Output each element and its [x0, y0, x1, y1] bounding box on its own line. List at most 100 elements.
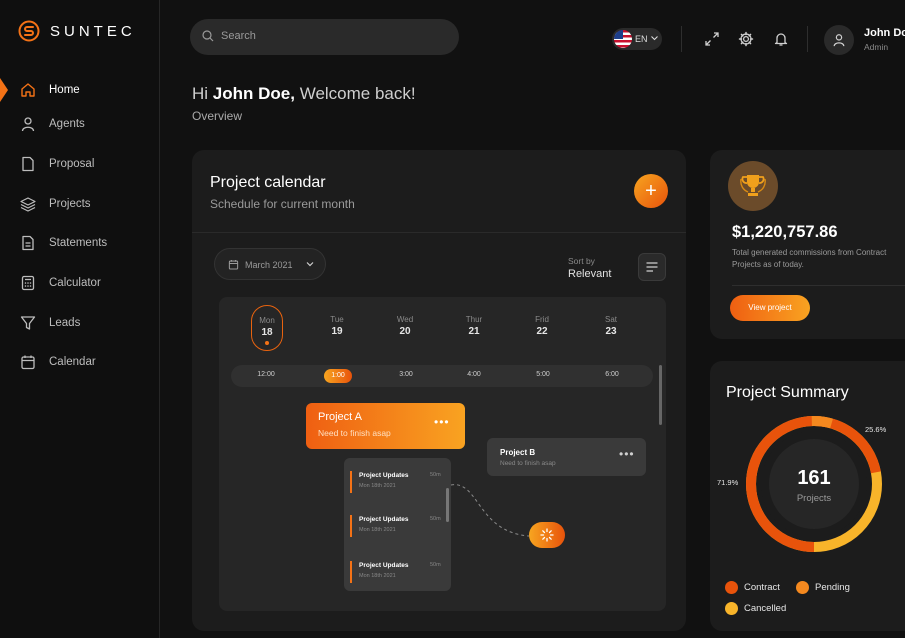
language-code: EN	[635, 34, 648, 44]
greeting: Hi John Doe, Welcome back!	[192, 84, 416, 104]
update-date: Mon 18th 2021	[359, 483, 396, 489]
day-name: Tue	[330, 315, 344, 324]
view-project-button[interactable]: View project	[730, 295, 810, 321]
sidebar-item-projects[interactable]: Projects	[0, 190, 159, 218]
loading-button[interactable]	[529, 522, 565, 548]
event-subtitle: Need to finish asap	[318, 428, 391, 438]
header-divider	[807, 26, 808, 52]
fullscreen-icon[interactable]	[704, 31, 720, 47]
card-title: Project Summary	[726, 384, 849, 401]
search-icon	[202, 30, 214, 42]
sidebar-item-proposal[interactable]: Proposal	[0, 150, 159, 178]
time-slot[interactable]: 4:00	[460, 371, 488, 378]
calendar-icon	[228, 260, 239, 270]
day-name: Wed	[396, 315, 414, 324]
commission-amount: $1,220,757.86	[732, 223, 838, 241]
bell-icon[interactable]	[773, 31, 789, 47]
connector-line	[450, 484, 530, 537]
more-icon[interactable]: •••	[434, 415, 450, 429]
chevron-down-icon	[651, 36, 658, 41]
sidebar-item-calculator[interactable]: Calculator	[0, 269, 159, 297]
sidebar-item-label: Projects	[49, 198, 91, 210]
sort-label: Sort by	[568, 256, 595, 266]
percentage-right: 25.6%	[865, 425, 887, 434]
greeting-prefix: Hi	[192, 84, 209, 103]
list-item[interactable]: Project Updates Mon 18th 2021 50m	[350, 471, 444, 493]
filter-icon	[20, 316, 36, 330]
user-icon	[833, 34, 845, 47]
update-title: Project Updates	[359, 472, 409, 479]
time-slot[interactable]: 12:00	[252, 371, 280, 378]
list-item[interactable]: Project Updates Mon 18th 2021 50m	[350, 515, 444, 537]
sidebar-item-label: Proposal	[49, 158, 95, 170]
day-name: Mon	[259, 316, 275, 325]
user-name[interactable]: John Doe	[864, 27, 905, 39]
sidebar-item-calendar[interactable]: Calendar	[0, 348, 159, 376]
event-title: Project B	[500, 448, 536, 457]
legend-swatch	[796, 580, 809, 594]
day-name: Thur	[465, 315, 483, 324]
day-date: 20	[399, 326, 411, 337]
day-tue[interactable]: Tue 19	[322, 305, 352, 337]
time-slot-active[interactable]: 1:00	[324, 369, 352, 383]
sort-value[interactable]: Relevant	[568, 268, 611, 280]
schedule-panel: Mon 18 Tue 19 Wed 20 Thur 21 Frid 22 Sat…	[219, 297, 666, 611]
gear-icon[interactable]	[738, 31, 754, 47]
file-icon	[22, 156, 34, 172]
commission-description: Total generated commissions from Contrac…	[732, 248, 887, 269]
menu-icon	[646, 262, 658, 272]
day-mon[interactable]: Mon 18	[251, 305, 283, 351]
sidebar-item-statements[interactable]: Statements	[0, 229, 159, 257]
layers-icon	[20, 197, 36, 212]
sidebar-item-label: Calculator	[49, 277, 101, 289]
sidebar-item-label: Leads	[49, 317, 81, 329]
project-b-event[interactable]: Project B Need to finish asap •••	[487, 438, 646, 476]
greeting-user-name: John Doe,	[212, 84, 295, 103]
percentage-left: 71.9%	[717, 478, 739, 487]
divider	[732, 285, 905, 286]
day-fri[interactable]: Frid 22	[527, 305, 557, 337]
day-name: Frid	[535, 315, 549, 324]
project-calendar-card: Project calendar Schedule for current mo…	[192, 150, 686, 631]
sidebar-item-agents[interactable]: Agents	[0, 110, 159, 138]
update-date: Mon 18th 2021	[359, 527, 396, 533]
day-date: 18	[261, 327, 273, 338]
scrollbar[interactable]	[659, 365, 662, 425]
event-title: Project A	[318, 411, 363, 423]
day-name: Sat	[604, 315, 617, 324]
update-title: Project Updates	[359, 562, 409, 569]
search-input[interactable]: Search	[190, 19, 459, 55]
add-event-button[interactable]: +	[634, 174, 668, 208]
user-role: Admin	[864, 42, 889, 52]
month-selector[interactable]: March 2021	[214, 248, 326, 280]
user-icon	[21, 117, 35, 132]
sidebar-item-label: Calendar	[49, 356, 96, 368]
search-placeholder: Search	[221, 30, 256, 42]
day-thu[interactable]: Thur 21	[459, 305, 489, 337]
project-summary-card: Project Summary 161 Projects 71.9% 25.6%…	[710, 361, 905, 631]
sidebar-item-home[interactable]: Home	[0, 76, 159, 104]
day-sat[interactable]: Sat 23	[596, 305, 626, 337]
list-item[interactable]: Project Updates Mon 18th 2021 50m	[350, 561, 444, 583]
card-subtitle: Schedule for current month	[210, 197, 355, 211]
sidebar-item-label: Statements	[49, 237, 108, 249]
avatar[interactable]	[824, 25, 854, 55]
sidebar-item-label: Home	[49, 84, 80, 96]
header-divider	[681, 26, 682, 52]
update-date: Mon 18th 2021	[359, 573, 396, 579]
legend-swatch	[725, 580, 738, 594]
language-selector[interactable]: EN	[612, 28, 662, 50]
time-slot[interactable]: 3:00	[392, 371, 420, 378]
sidebar: SUNTEC Home Agents Proposal Projects Sta…	[0, 0, 160, 638]
time-slot[interactable]: 6:00	[598, 371, 626, 378]
more-icon[interactable]: •••	[619, 447, 635, 461]
project-a-event[interactable]: Project A Need to finish asap •••	[306, 403, 465, 449]
day-wed[interactable]: Wed 20	[390, 305, 420, 337]
trophy-badge	[728, 161, 778, 211]
sidebar-item-label: Agents	[49, 118, 85, 130]
sidebar-item-leads[interactable]: Leads	[0, 309, 159, 337]
sort-menu-button[interactable]	[638, 253, 666, 281]
time-slot[interactable]: 5:00	[529, 371, 557, 378]
time-scale: 12:00 1:00 3:00 4:00 5:00 6:00	[231, 365, 653, 387]
logo[interactable]: SUNTEC	[18, 20, 136, 42]
